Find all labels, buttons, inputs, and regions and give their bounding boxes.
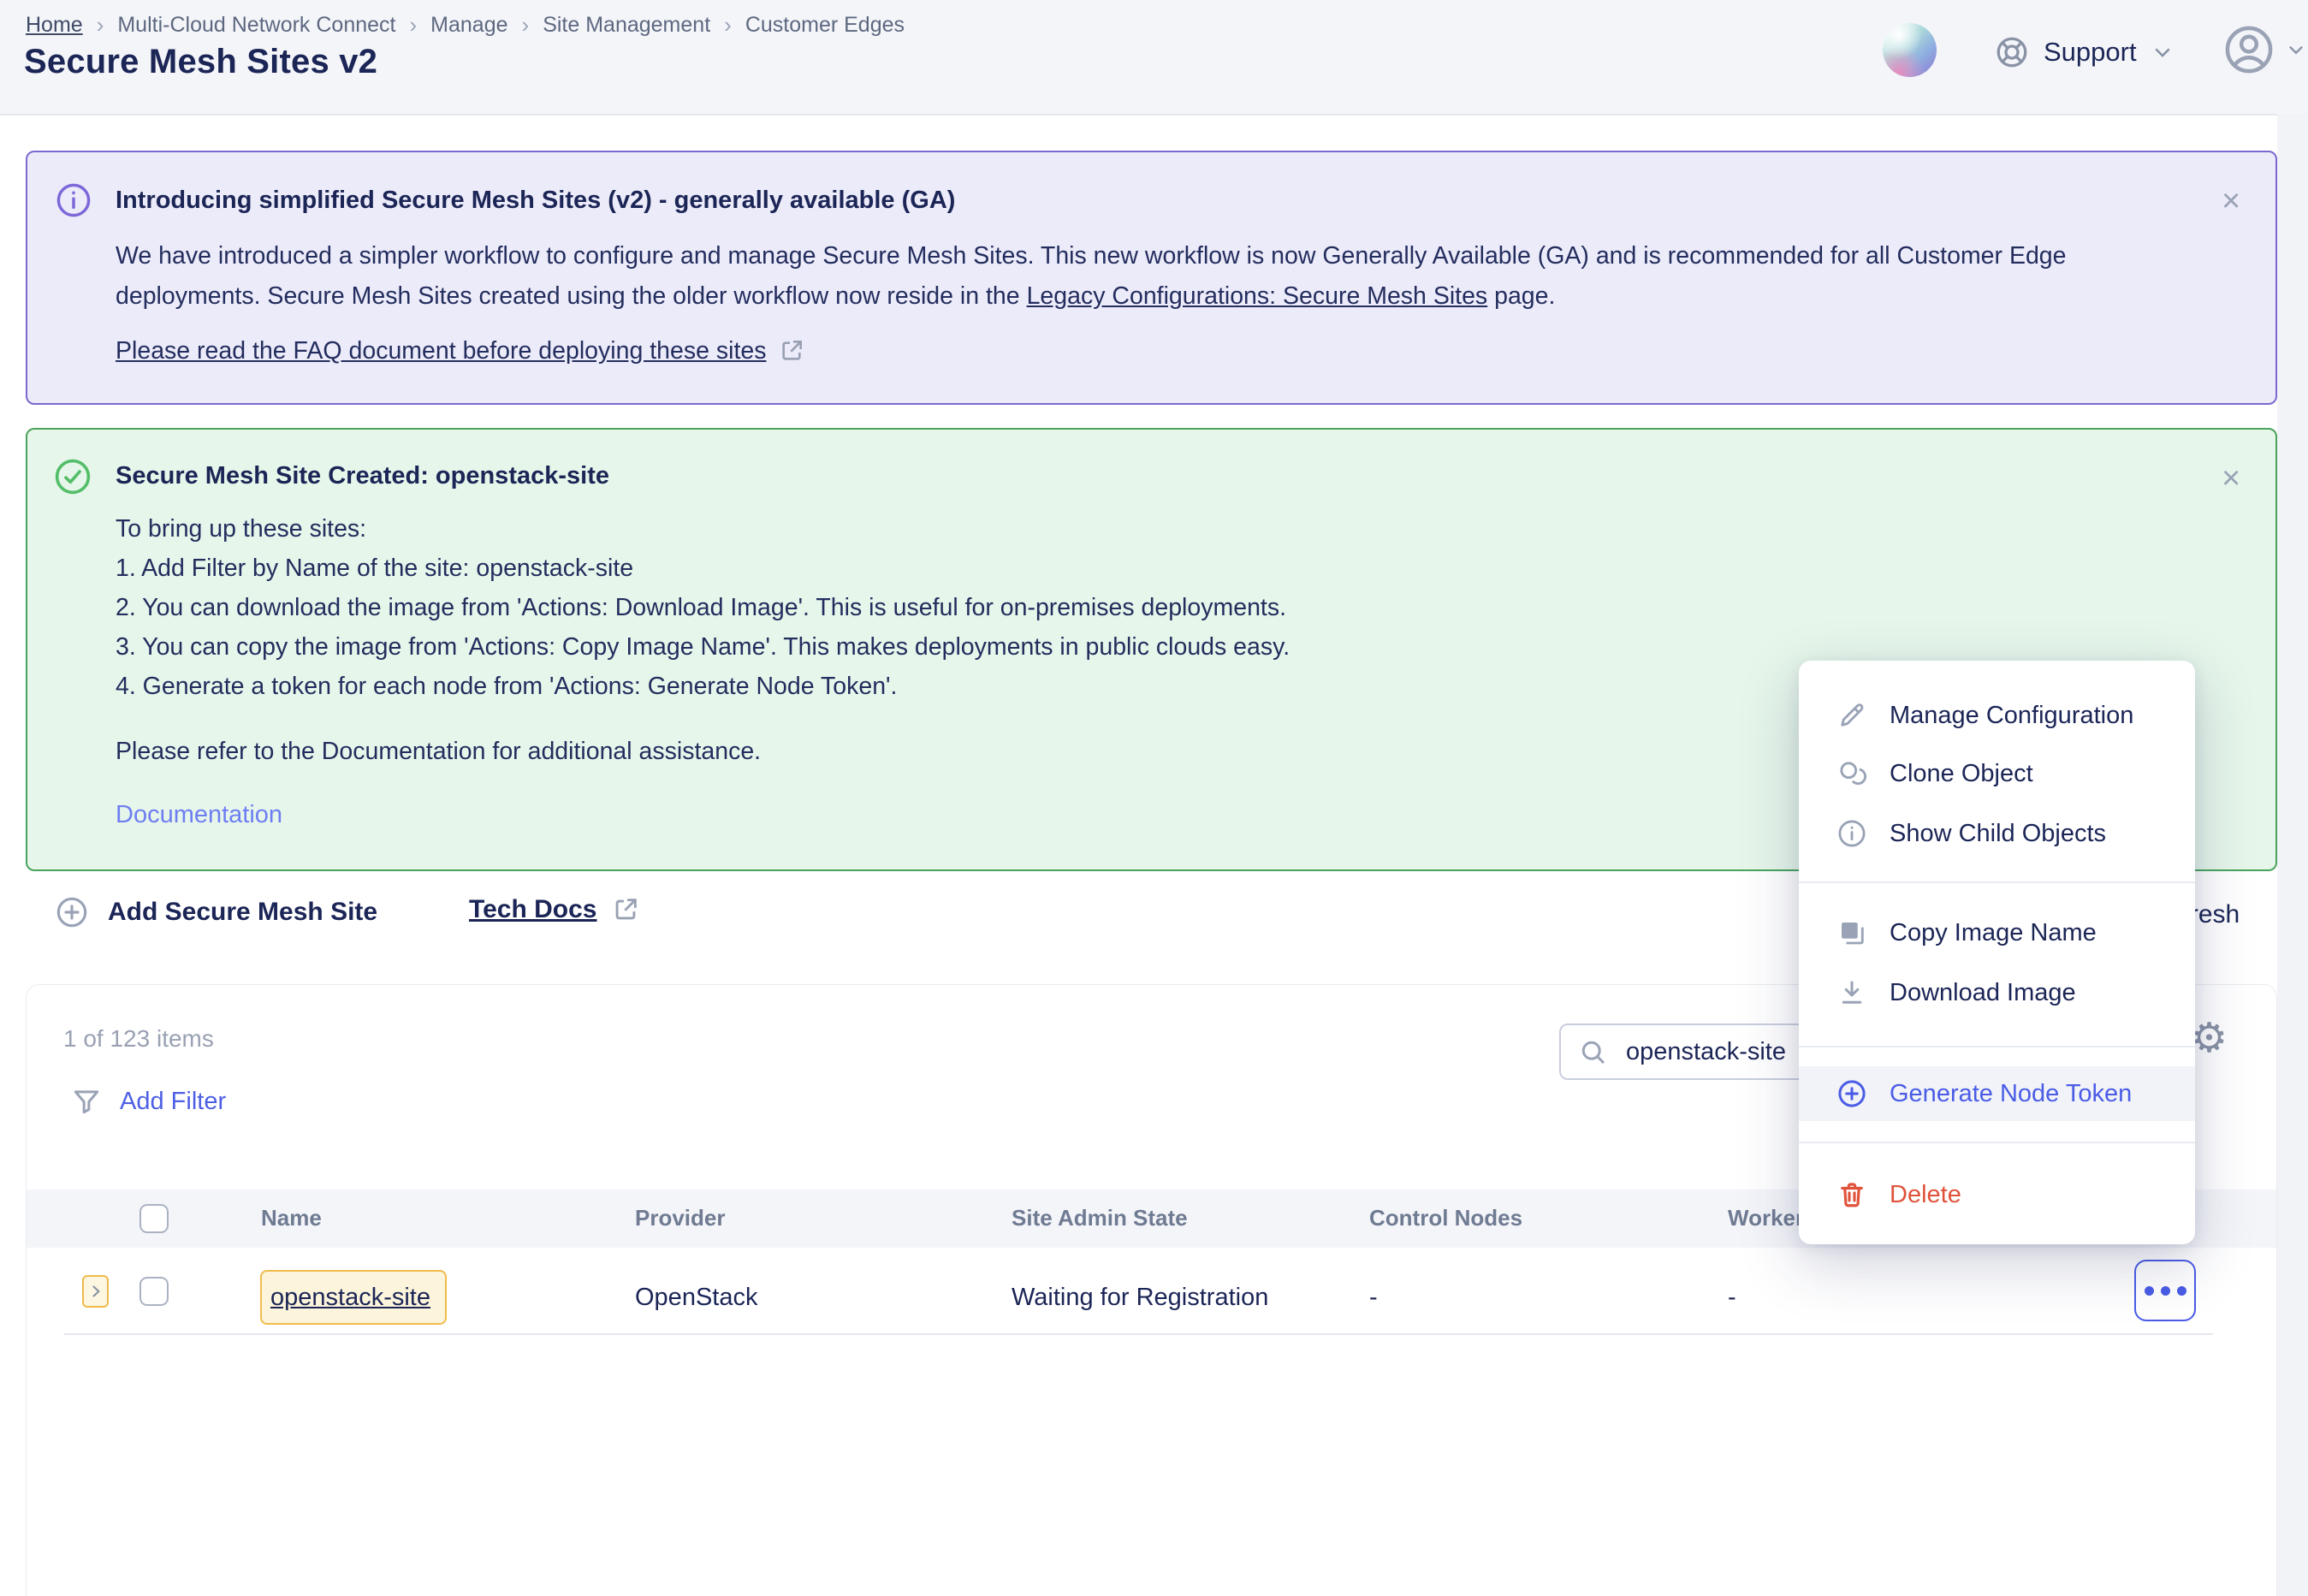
add-secure-mesh-site-button[interactable]: Add Secure Mesh Site xyxy=(55,895,377,929)
support-menu[interactable]: Support xyxy=(1994,34,2175,70)
add-secure-mesh-site-label: Add Secure Mesh Site xyxy=(108,898,377,927)
menu-item-clone-object[interactable]: Clone Object xyxy=(1799,746,2195,801)
clone-icon xyxy=(1836,758,1867,789)
column-header-name[interactable]: Name xyxy=(261,1205,322,1231)
menu-item-label: Generate Node Token xyxy=(1890,1080,2132,1108)
select-all-checkbox[interactable] xyxy=(139,1204,169,1233)
row-divider xyxy=(64,1333,2213,1335)
menu-divider xyxy=(1799,1046,2195,1047)
external-link-icon xyxy=(611,895,640,924)
menu-item-show-child-objects[interactable]: Show Child Objects xyxy=(1799,806,2195,861)
breadcrumb-home[interactable]: Home xyxy=(26,13,83,38)
plus-circle-icon xyxy=(1836,1078,1867,1109)
user-avatar-icon xyxy=(2222,22,2276,77)
breadcrumb: Home › Multi-Cloud Network Connect › Man… xyxy=(26,12,905,39)
breadcrumb-separator: › xyxy=(522,12,530,39)
success-banner-close-icon[interactable]: × xyxy=(2222,466,2240,491)
success-step-3: 3. You can copy the image from 'Actions:… xyxy=(116,630,1290,664)
ellipsis-dot xyxy=(2145,1286,2154,1296)
success-banner-intro: To bring up these sites: xyxy=(116,512,366,546)
external-link-icon xyxy=(778,337,805,365)
assistant-orb-icon[interactable] xyxy=(1883,23,1937,77)
breadcrumb-separator: › xyxy=(409,12,417,39)
row-worker-nodes: - xyxy=(1728,1284,1736,1312)
tech-docs-label: Tech Docs xyxy=(469,895,597,924)
column-header-site-admin-state[interactable]: Site Admin State xyxy=(1012,1205,1188,1231)
legacy-configurations-link[interactable]: Legacy Configurations: Secure Mesh Sites xyxy=(1027,282,1488,310)
menu-item-generate-node-token[interactable]: Generate Node Token xyxy=(1799,1066,2195,1121)
download-icon xyxy=(1836,977,1867,1008)
info-banner-title: Introducing simplified Secure Mesh Sites… xyxy=(116,187,955,215)
row-checkbox[interactable] xyxy=(139,1277,169,1306)
support-label: Support xyxy=(2044,37,2137,68)
breadcrumb-mcn-connect[interactable]: Multi-Cloud Network Connect xyxy=(117,13,395,38)
menu-item-label: Copy Image Name xyxy=(1890,919,2097,947)
plus-circle-icon xyxy=(55,895,89,929)
ellipsis-dot xyxy=(2161,1286,2170,1296)
info-banner-body-tail: page. xyxy=(1487,282,1555,310)
row-site-admin-state: Waiting for Registration xyxy=(1012,1284,1268,1312)
add-filter-label: Add Filter xyxy=(120,1088,226,1116)
add-filter-button[interactable]: Add Filter xyxy=(70,1085,226,1118)
tech-docs-link[interactable]: Tech Docs xyxy=(469,895,640,924)
row-control-nodes: - xyxy=(1369,1284,1378,1312)
site-name-link[interactable]: openstack-site xyxy=(270,1284,430,1312)
menu-item-label: Manage Configuration xyxy=(1890,702,2133,730)
breadcrumb-separator: › xyxy=(97,12,104,39)
success-step-4: 4. Generate a token for each node from '… xyxy=(116,669,897,703)
ellipsis-dot xyxy=(2177,1286,2186,1296)
breadcrumb-manage[interactable]: Manage xyxy=(430,13,507,38)
info-circle-icon xyxy=(1836,818,1867,849)
breadcrumb-customer-edges[interactable]: Customer Edges xyxy=(745,13,905,38)
menu-item-manage-configuration[interactable]: Manage Configuration xyxy=(1799,688,2195,743)
menu-item-download-image[interactable]: Download Image xyxy=(1799,965,2195,1020)
breadcrumb-site-management[interactable]: Site Management xyxy=(543,13,710,38)
filter-funnel-icon xyxy=(70,1085,103,1118)
faq-link[interactable]: Please read the FAQ document before depl… xyxy=(116,334,766,368)
row-provider: OpenStack xyxy=(635,1284,757,1312)
success-step-1: 1. Add Filter by Name of the site: opens… xyxy=(116,551,633,585)
breadcrumb-separator: › xyxy=(724,12,732,39)
menu-item-label: Clone Object xyxy=(1890,760,2033,788)
actions-context-menu: Manage Configuration Clone Object Show C… xyxy=(1799,661,2195,1244)
success-step-2: 2. You can download the image from 'Acti… xyxy=(116,590,1286,625)
menu-item-delete[interactable]: Delete xyxy=(1799,1167,2195,1222)
row-expand-chevron[interactable] xyxy=(82,1275,109,1308)
page-title: Secure Mesh Sites v2 xyxy=(24,43,377,81)
menu-divider xyxy=(1799,1142,2195,1143)
chevron-down-icon xyxy=(2151,40,2175,64)
copy-icon xyxy=(1836,917,1867,948)
menu-divider xyxy=(1799,881,2195,883)
menu-item-label: Show Child Objects xyxy=(1890,820,2106,848)
info-banner-close-icon[interactable]: × xyxy=(2222,188,2240,214)
page: Home › Multi-Cloud Network Connect › Man… xyxy=(0,0,2308,1596)
menu-item-label: Download Image xyxy=(1890,979,2076,1007)
item-count: 1 of 123 items xyxy=(63,1025,214,1053)
life-ring-icon xyxy=(1994,34,2030,70)
documentation-link[interactable]: Documentation xyxy=(116,801,282,829)
chevron-down-icon xyxy=(2285,39,2307,61)
row-actions-button[interactable] xyxy=(2134,1260,2196,1321)
check-circle-icon xyxy=(53,457,92,496)
page-gutter xyxy=(2277,114,2308,1596)
table-settings-gear-icon[interactable]: ⚙ xyxy=(2191,1018,2228,1059)
success-banner-title: Secure Mesh Site Created: openstack-site xyxy=(116,462,609,490)
success-banner-refer: Please refer to the Documentation for ad… xyxy=(116,734,761,768)
menu-item-copy-image-name[interactable]: Copy Image Name xyxy=(1799,905,2195,960)
info-banner-body: We have introduced a simpler workflow to… xyxy=(116,236,2165,317)
pencil-icon xyxy=(1836,700,1867,731)
column-header-provider[interactable]: Provider xyxy=(635,1205,726,1231)
column-header-control-nodes[interactable]: Control Nodes xyxy=(1369,1205,1522,1231)
faq-link-row: Please read the FAQ document before depl… xyxy=(116,334,805,368)
info-icon xyxy=(55,181,92,219)
account-menu[interactable] xyxy=(2222,22,2307,77)
row-name-highlight: openstack-site xyxy=(260,1270,447,1325)
menu-item-label: Delete xyxy=(1890,1181,1961,1209)
trash-icon xyxy=(1836,1179,1867,1210)
